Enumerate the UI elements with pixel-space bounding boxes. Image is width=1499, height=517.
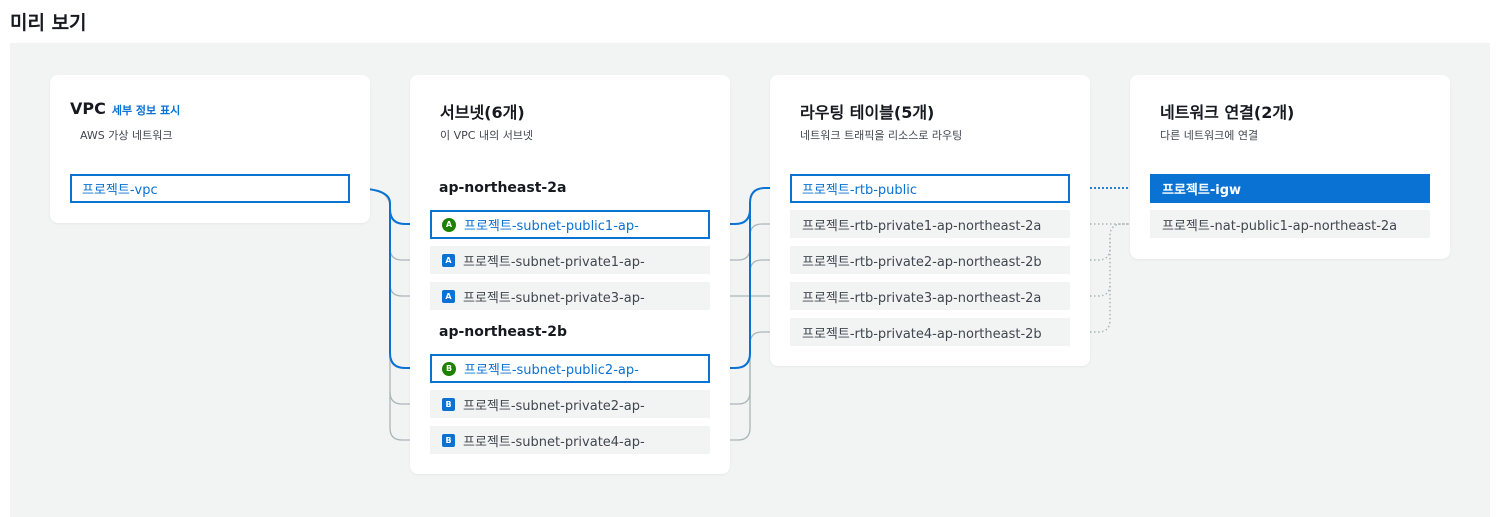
- vpc-node[interactable]: 프로젝트-vpc: [70, 174, 350, 203]
- page-title: 미리 보기: [10, 12, 87, 34]
- subnet-name: 프로젝트-subnet-public2-ap-: [464, 363, 639, 378]
- route-tables-subtitle: 네트워크 트래픽을 리소스로 라우팅: [800, 129, 963, 142]
- subnet-name: 프로젝트-subnet-public1-ap-: [464, 219, 639, 234]
- subnets-card: 서브넷(6개) 이 VPC 내의 서브넷 ap-northeast-2a A 프…: [410, 75, 730, 474]
- az-badge-a: A: [442, 253, 455, 267]
- subnet-item-public1[interactable]: A 프로젝트-subnet-public1-ap-: [430, 210, 710, 239]
- subnet-item-private3[interactable]: A 프로젝트-subnet-private3-ap-: [430, 282, 710, 310]
- vpc-subtitle: AWS 가상 네트워크: [80, 129, 173, 142]
- network-connection-name: 프로젝트-nat-public1-ap-northeast-2a: [1162, 218, 1398, 234]
- az-label-2a: ap-northeast-2a: [439, 180, 567, 196]
- az-label-2b: ap-northeast-2b: [439, 324, 567, 340]
- az-badge-b: B: [442, 361, 456, 376]
- vpc-card-title: VPC 세부 정보 표시: [70, 99, 180, 118]
- route-table-name: 프로젝트-rtb-private3-ap-northeast-2a: [802, 290, 1042, 306]
- subnet-item-private1[interactable]: A 프로젝트-subnet-private1-ap-: [430, 246, 710, 274]
- route-table-item-public[interactable]: 프로젝트-rtb-public: [790, 174, 1070, 203]
- route-tables-title: 라우팅 테이블(5개): [800, 103, 935, 122]
- network-connections-subtitle: 다른 네트워크에 연결: [1160, 129, 1259, 142]
- vpc-details-link[interactable]: 세부 정보 표시: [112, 104, 180, 117]
- route-table-name: 프로젝트-rtb-public: [802, 183, 918, 198]
- vpc-node-label: 프로젝트-vpc: [82, 183, 158, 198]
- az-badge-b: B: [442, 433, 455, 447]
- network-connection-item-igw[interactable]: 프로젝트-igw: [1150, 174, 1430, 203]
- az-badge-a: A: [442, 217, 456, 232]
- vpc-card: VPC 세부 정보 표시 AWS 가상 네트워크 프로젝트-vpc: [50, 75, 370, 223]
- route-table-item-private4[interactable]: 프로젝트-rtb-private4-ap-northeast-2b: [790, 318, 1070, 346]
- route-table-item-private1[interactable]: 프로젝트-rtb-private1-ap-northeast-2a: [790, 210, 1070, 238]
- subnet-name: 프로젝트-subnet-private4-ap-: [463, 434, 645, 450]
- subnet-name: 프로젝트-subnet-private1-ap-: [463, 254, 645, 270]
- network-connection-item-nat[interactable]: 프로젝트-nat-public1-ap-northeast-2a: [1150, 210, 1430, 238]
- route-table-item-private2[interactable]: 프로젝트-rtb-private2-ap-northeast-2b: [790, 246, 1070, 274]
- route-table-name: 프로젝트-rtb-private1-ap-northeast-2a: [802, 218, 1042, 234]
- vpc-title: VPC: [70, 99, 106, 118]
- az-badge-b: B: [442, 397, 455, 411]
- route-table-name: 프로젝트-rtb-private2-ap-northeast-2b: [802, 254, 1042, 270]
- route-table-name: 프로젝트-rtb-private4-ap-northeast-2b: [802, 326, 1042, 342]
- subnet-name: 프로젝트-subnet-private2-ap-: [463, 398, 645, 414]
- az-badge-a: A: [442, 289, 455, 303]
- route-tables-card: 라우팅 테이블(5개) 네트워크 트래픽을 리소스로 라우팅 프로젝트-rtb-…: [770, 75, 1090, 366]
- network-connections-title: 네트워크 연결(2개): [1160, 103, 1295, 122]
- preview-canvas: VPC 세부 정보 표시 AWS 가상 네트워크 프로젝트-vpc 서브넷(6개)…: [10, 43, 1490, 517]
- network-connections-card: 네트워크 연결(2개) 다른 네트워크에 연결 프로젝트-igw 프로젝트-na…: [1130, 75, 1450, 259]
- route-table-item-private3[interactable]: 프로젝트-rtb-private3-ap-northeast-2a: [790, 282, 1070, 310]
- network-connection-name: 프로젝트-igw: [1162, 183, 1242, 198]
- subnet-name: 프로젝트-subnet-private3-ap-: [463, 290, 645, 306]
- subnet-item-private2[interactable]: B 프로젝트-subnet-private2-ap-: [430, 390, 710, 418]
- subnet-item-public2[interactable]: B 프로젝트-subnet-public2-ap-: [430, 354, 710, 383]
- subnet-item-private4[interactable]: B 프로젝트-subnet-private4-ap-: [430, 426, 710, 454]
- subnets-title: 서브넷(6개): [440, 103, 525, 122]
- subnets-subtitle: 이 VPC 내의 서브넷: [440, 129, 534, 142]
